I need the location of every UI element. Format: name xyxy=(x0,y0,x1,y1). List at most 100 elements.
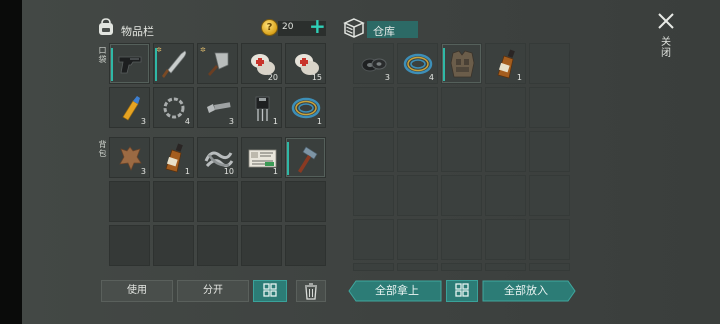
empty-slot[interactable] xyxy=(485,219,526,260)
backpack-slot-4[interactable]: 1 xyxy=(241,137,282,178)
empty-slot[interactable] xyxy=(197,225,238,266)
backpack-slot-2[interactable]: 1 xyxy=(153,137,194,178)
take-all-button[interactable]: 全部拿上 xyxy=(352,280,442,302)
empty-slot[interactable] xyxy=(241,225,282,266)
item-quantity: 1 xyxy=(516,73,522,82)
put-all-button[interactable]: 全部放入 xyxy=(482,280,570,302)
backpack-icon xyxy=(99,18,113,35)
backpack-label: 背包 xyxy=(98,140,107,158)
empty-slot[interactable] xyxy=(353,87,394,128)
close-label[interactable]: 关闭 xyxy=(660,37,672,59)
empty-slot[interactable] xyxy=(353,175,394,216)
empty-slot[interactable] xyxy=(441,87,482,128)
empty-slot[interactable] xyxy=(441,131,482,172)
empty-slot[interactable] xyxy=(353,131,394,172)
empty-slot[interactable] xyxy=(529,87,570,128)
coin-count: 20 xyxy=(282,22,294,32)
grid-icon xyxy=(263,283,277,297)
hotbar-slot-3[interactable]: ✲ xyxy=(197,43,238,84)
hotbar-slot-1[interactable] xyxy=(109,43,150,84)
inventory-slot[interactable]: 3 xyxy=(109,87,150,128)
item-quantity: 10 xyxy=(223,167,234,176)
storage-box-icon xyxy=(343,18,365,38)
empty-slot[interactable] xyxy=(397,175,438,216)
inventory-slot[interactable]: 4 xyxy=(153,87,194,128)
durability-bar xyxy=(155,48,157,81)
empty-slot[interactable] xyxy=(529,219,570,260)
item-quantity: 4 xyxy=(428,73,434,82)
empty-slot[interactable] xyxy=(529,43,570,84)
storage-slot-3[interactable] xyxy=(441,43,482,84)
empty-slot[interactable] xyxy=(109,225,150,266)
inventory-title: 物品栏 xyxy=(121,25,154,38)
hotbar-slot-4[interactable]: 20 xyxy=(241,43,282,84)
empty-slot[interactable] xyxy=(397,87,438,128)
machete-icon xyxy=(162,50,187,78)
inventory-slot[interactable]: 1 xyxy=(241,87,282,128)
item-quantity: 20 xyxy=(267,73,278,82)
split-button[interactable]: 分开 xyxy=(177,280,249,302)
backpack-slot-3[interactable]: 10 xyxy=(197,137,238,178)
item-quantity: 1 xyxy=(184,167,190,176)
durability-bar xyxy=(111,48,113,81)
hotbar-slot-5[interactable]: 15 xyxy=(285,43,326,84)
trash-button[interactable] xyxy=(296,280,326,302)
empty-slot[interactable] xyxy=(353,219,394,260)
backpack-slot-1[interactable]: 3 xyxy=(109,137,150,178)
empty-slot[interactable] xyxy=(153,181,194,222)
grid-icon xyxy=(455,283,469,297)
add-coins-button[interactable]: + xyxy=(309,16,326,36)
item-quantity: 3 xyxy=(140,167,146,176)
item-quantity: 1 xyxy=(272,167,278,176)
empty-slot[interactable] xyxy=(397,263,438,271)
empty-slot[interactable] xyxy=(485,131,526,172)
empty-slot[interactable] xyxy=(529,175,570,216)
empty-slot[interactable] xyxy=(441,219,482,260)
item-quantity: 3 xyxy=(228,117,234,126)
empty-slot[interactable] xyxy=(109,181,150,222)
inventory-slot[interactable]: 1 xyxy=(285,87,326,128)
hammer-icon xyxy=(298,146,318,173)
durability-bar xyxy=(443,48,445,81)
use-button[interactable]: 使用 xyxy=(101,280,173,302)
hotbar-slot-2[interactable]: ✲ xyxy=(153,43,194,84)
empty-slot[interactable] xyxy=(285,225,326,266)
empty-slot[interactable] xyxy=(397,131,438,172)
armor-icon xyxy=(450,50,475,78)
storage-title: 仓库 xyxy=(373,25,395,38)
screen-edge xyxy=(0,0,22,324)
empty-slot[interactable] xyxy=(529,131,570,172)
pistol-icon xyxy=(118,56,142,74)
gold-coin-icon: ? xyxy=(261,19,278,36)
empty-slot[interactable] xyxy=(485,263,526,271)
item-quantity: 1 xyxy=(272,117,278,126)
inventory-slot[interactable]: 3 xyxy=(197,87,238,128)
empty-slot[interactable] xyxy=(441,263,482,271)
item-quantity: 3 xyxy=(140,117,146,126)
empty-slot[interactable] xyxy=(153,225,194,266)
empty-slot[interactable] xyxy=(285,181,326,222)
empty-slot[interactable] xyxy=(241,181,282,222)
empty-slot[interactable] xyxy=(485,175,526,216)
storage-slot-2[interactable]: 4 xyxy=(397,43,438,84)
storage-slot-1[interactable]: 3 xyxy=(353,43,394,84)
trash-icon xyxy=(305,283,317,300)
empty-slot[interactable] xyxy=(397,219,438,260)
cleaver-icon xyxy=(208,52,229,76)
item-quantity: 3 xyxy=(384,73,390,82)
close-icon[interactable] xyxy=(655,10,677,32)
durability-bar xyxy=(287,142,289,175)
empty-slot[interactable] xyxy=(441,175,482,216)
item-quantity: 4 xyxy=(184,117,190,126)
item-quantity: 15 xyxy=(311,73,322,82)
hotbar-label: 口袋 xyxy=(98,46,107,64)
empty-slot[interactable] xyxy=(353,263,394,271)
empty-slot[interactable] xyxy=(197,181,238,222)
storage-sort-button[interactable] xyxy=(446,280,478,302)
backpack-slot-5[interactable] xyxy=(285,137,326,178)
empty-slot[interactable] xyxy=(485,87,526,128)
item-quantity: 1 xyxy=(316,117,322,126)
empty-slot[interactable] xyxy=(529,263,570,271)
storage-slot-4[interactable]: 1 xyxy=(485,43,526,84)
sort-button[interactable] xyxy=(253,280,287,302)
